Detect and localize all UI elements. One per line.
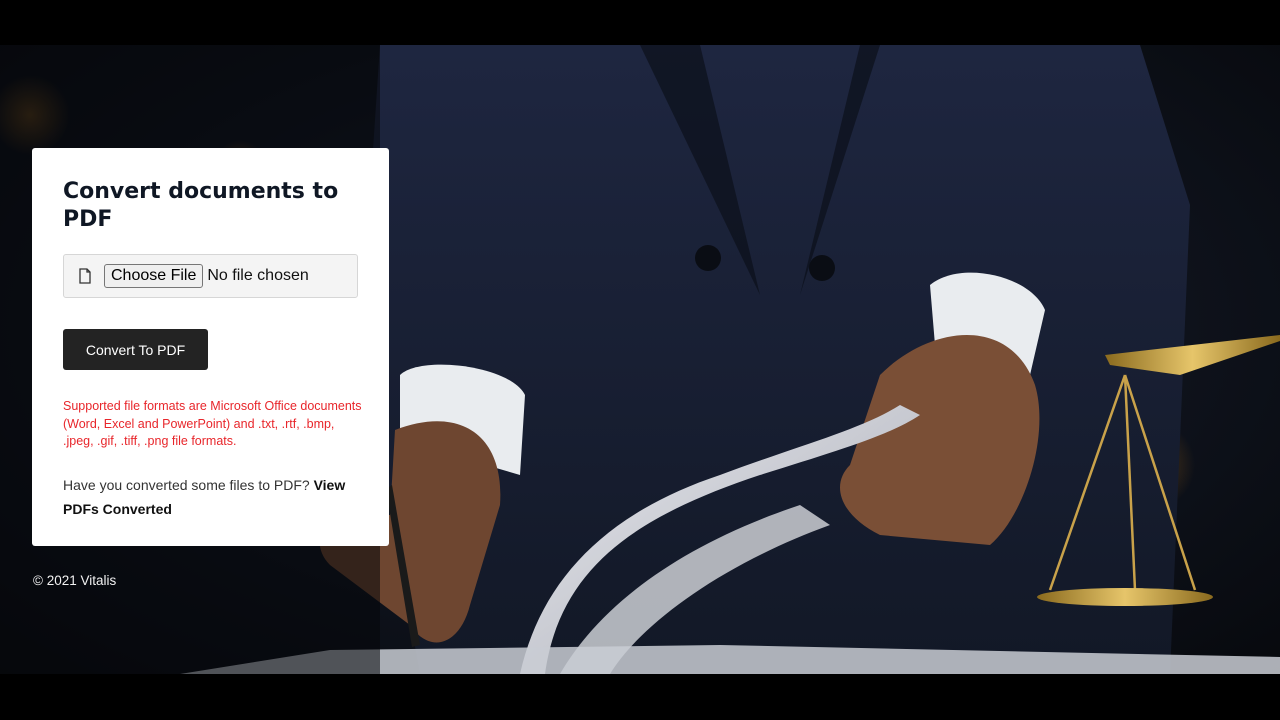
converted-prompt-text: Have you converted some files to PDF? — [63, 476, 310, 493]
file-input[interactable]: Choose File No file chosen — [63, 254, 358, 298]
file-icon — [78, 268, 92, 284]
letterbox-top — [0, 0, 1280, 45]
converted-files-prompt: Have you converted some files to PDF? Vi… — [63, 473, 358, 521]
page-title: Convert documents to PDF — [63, 179, 339, 232]
hero-background: Convert documents to PDF Choose File No … — [0, 45, 1280, 674]
supported-formats-notice: Supported file formats are Microsoft Off… — [63, 399, 362, 448]
file-status-text: No file chosen — [207, 267, 309, 284]
convert-card: Convert documents to PDF Choose File No … — [32, 148, 389, 546]
letterbox-bottom — [0, 674, 1280, 720]
convert-to-pdf-button[interactable]: Convert To PDF — [63, 329, 208, 370]
choose-file-button[interactable]: Choose File — [104, 264, 204, 288]
footer-copyright: © 2021 Vitalis — [33, 573, 117, 588]
